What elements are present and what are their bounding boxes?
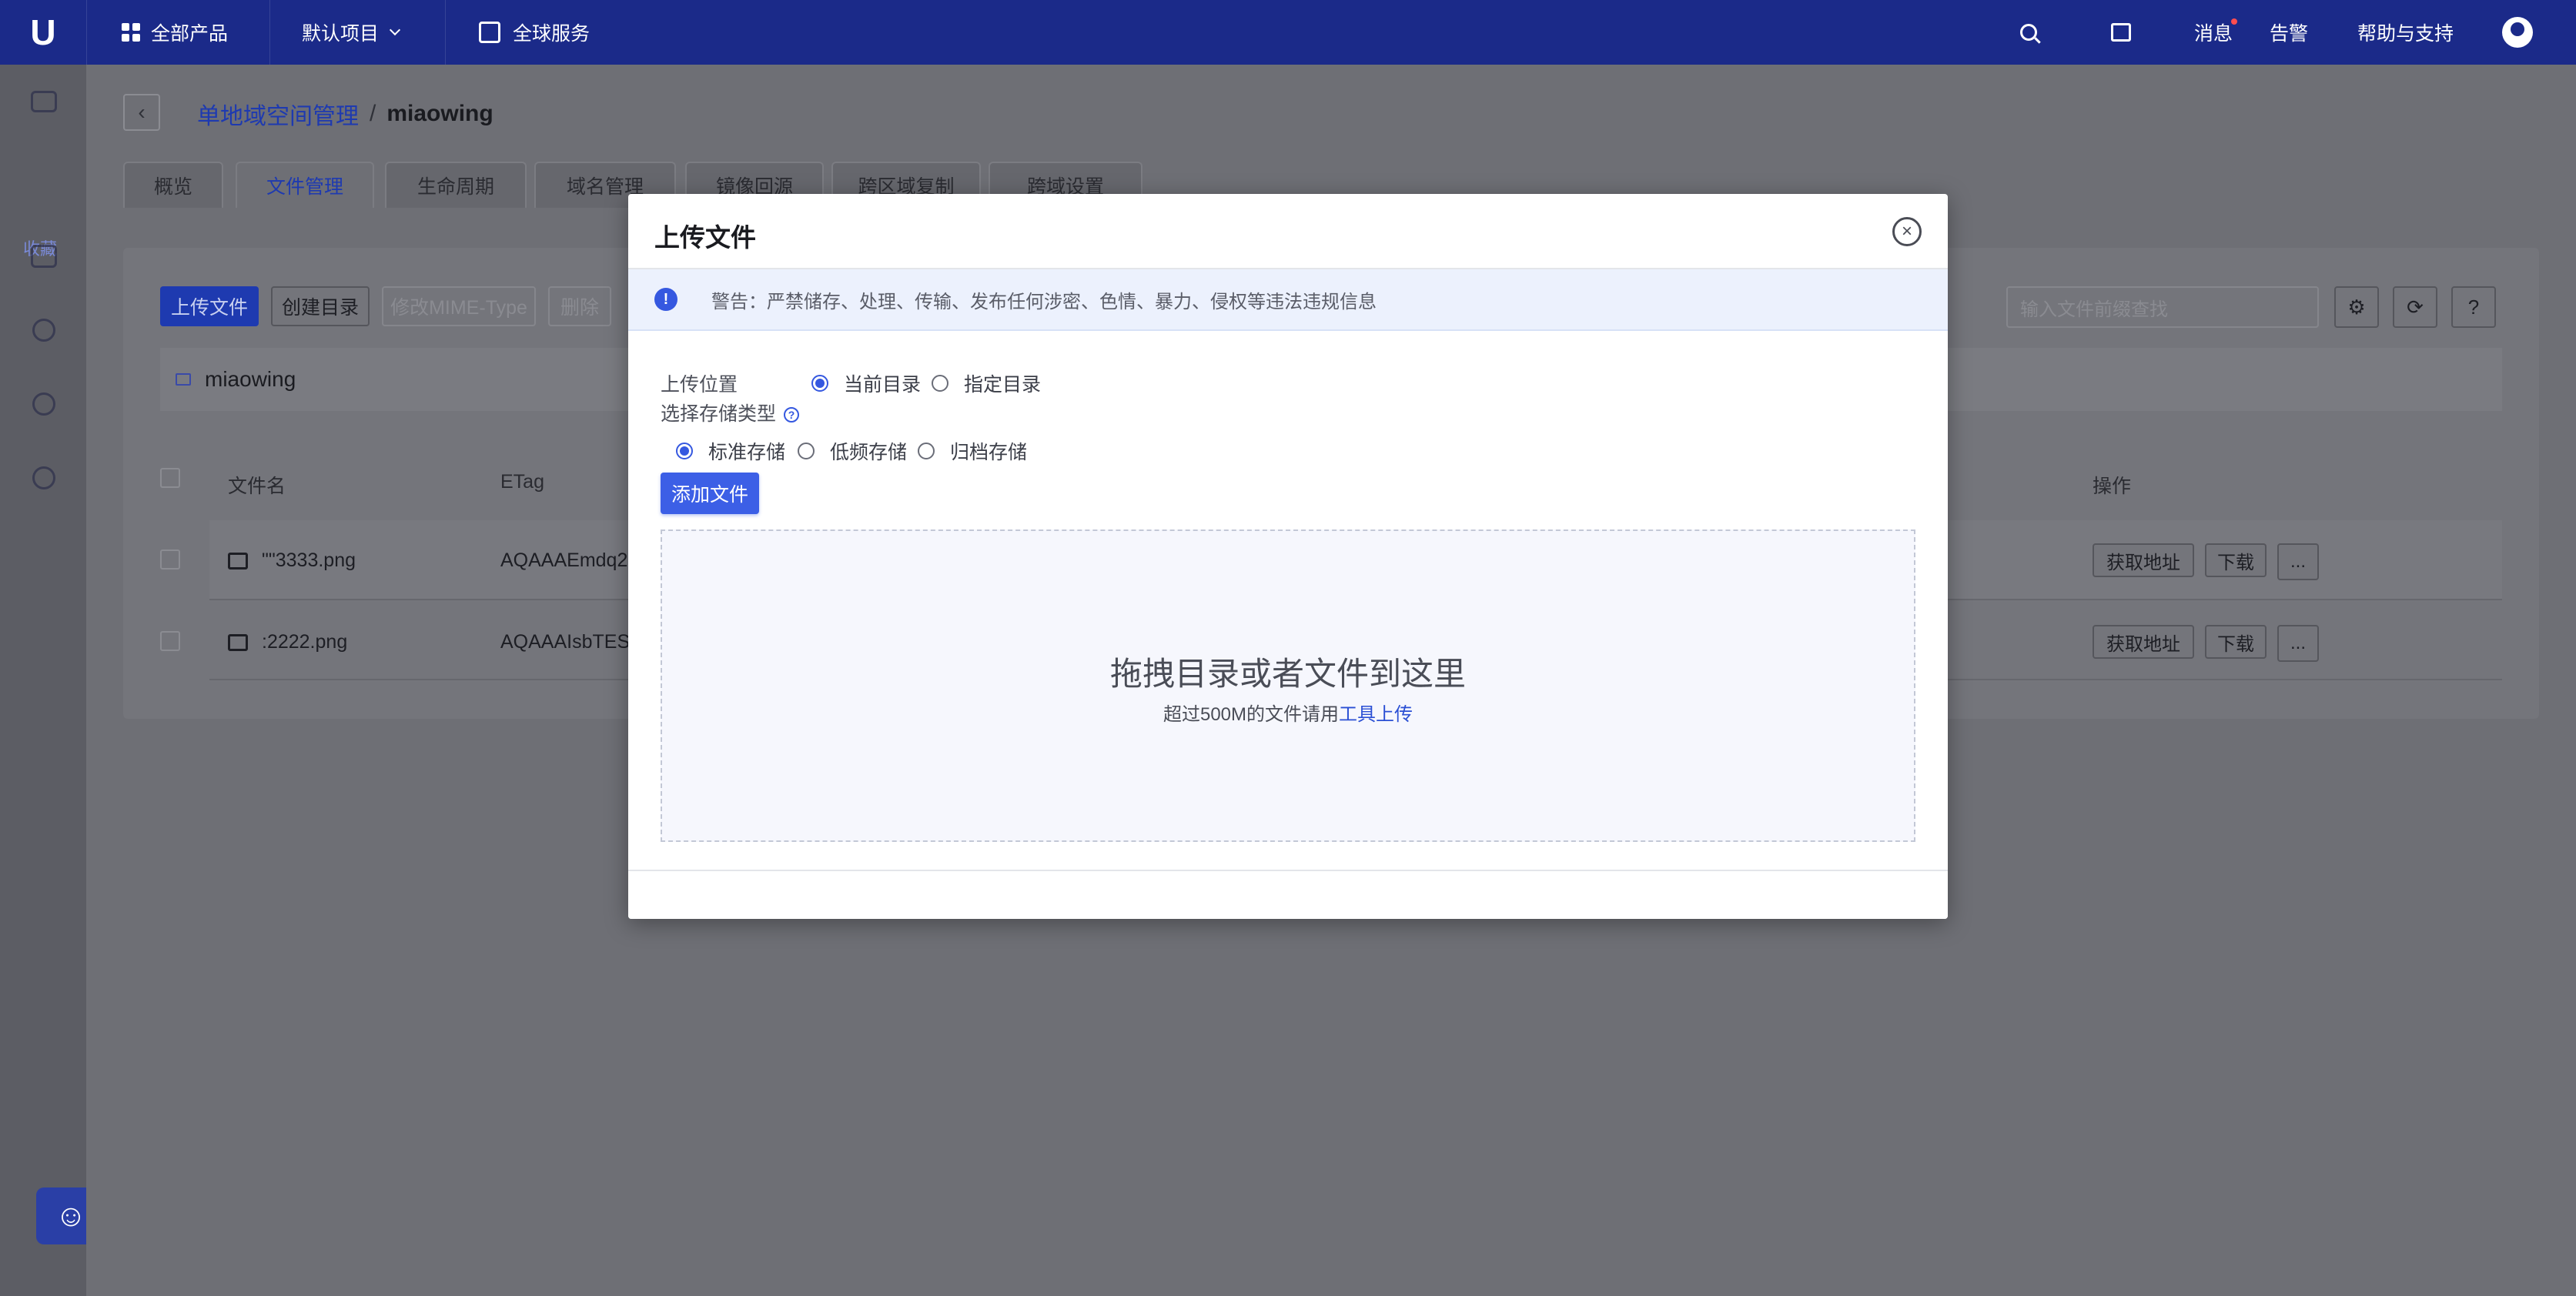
upload-location-label: 上传位置 [661,374,738,396]
radio-indicator [676,443,693,459]
add-file-button[interactable]: 添加文件 [661,473,759,514]
storage-type-label: 选择存储类型? [661,399,800,426]
dialog-title: 上传文件 [654,223,756,252]
file-drop-zone[interactable]: 拖拽目录或者文件到这里 超过500M的文件请用工具上传 [661,529,1915,842]
radio-standard-storage[interactable]: 标准存储 [676,437,785,465]
radio-indicator [932,375,948,392]
close-icon: × [1901,221,1912,242]
tool-upload-link[interactable]: 工具上传 [1339,704,1413,725]
radio-current-directory[interactable]: 当前目录 [811,369,921,397]
warning-text: 警告：严禁储存、处理、传输、发布任何涉密、色情、暴力、侵权等违法违规信息 [711,291,1377,312]
radio-specified-directory[interactable]: 指定目录 [932,369,1041,397]
radio-indicator [811,375,828,392]
upload-file-dialog: 上传文件 × ! 警告：严禁储存、处理、传输、发布任何涉密、色情、暴力、侵权等违… [628,194,1948,919]
radio-archive-storage[interactable]: 归档存储 [918,437,1027,465]
drop-zone-title: 拖拽目录或者文件到这里 [1109,656,1466,692]
dialog-footer [628,870,1948,919]
warning-banner: ! 警告：严禁储存、处理、传输、发布任何涉密、色情、暴力、侵权等违法违规信息 [628,269,1948,331]
exclamation-icon: ! [654,288,677,311]
radio-infrequent-storage[interactable]: 低频存储 [798,437,907,465]
radio-indicator [798,443,815,459]
help-circle-icon[interactable]: ? [784,407,800,423]
drop-zone-hint: 超过500M的文件请用工具上传 [1163,704,1413,725]
radio-indicator [918,443,935,459]
dialog-header: 上传文件 × [628,194,1948,269]
close-button[interactable]: × [1892,217,1922,246]
